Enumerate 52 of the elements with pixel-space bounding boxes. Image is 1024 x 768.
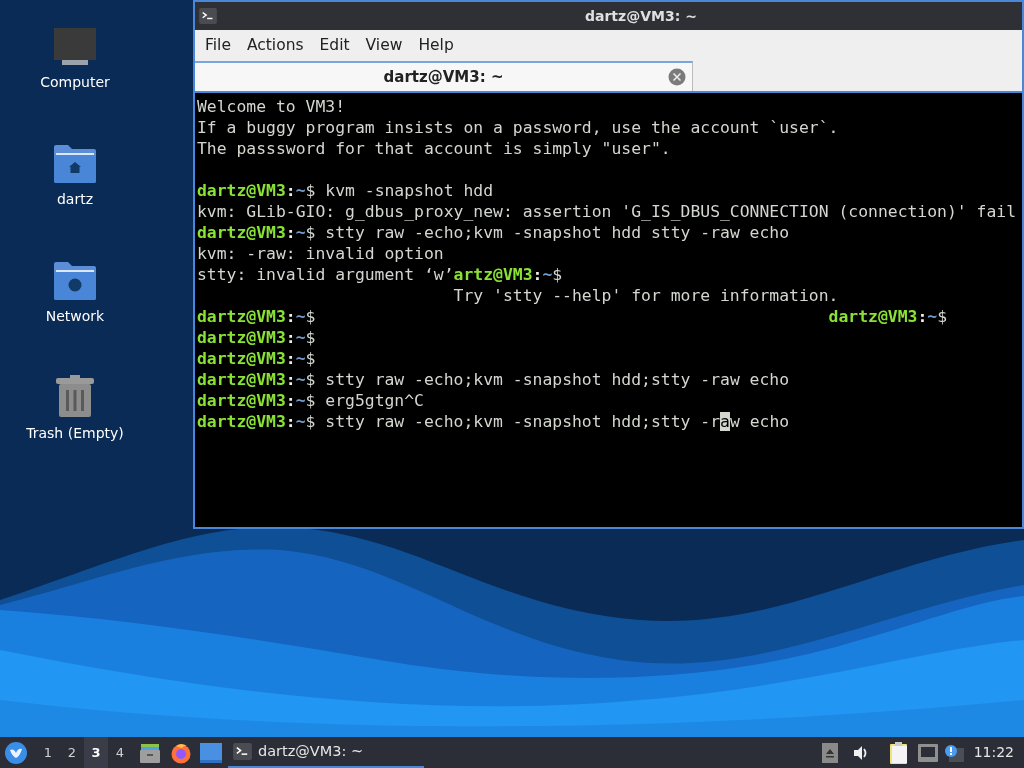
terminal-icon (233, 743, 252, 760)
notification-icon[interactable] (943, 743, 964, 762)
start-menu-icon[interactable] (5, 741, 27, 764)
terminal-line: The passsword for that account is simply "user". (197, 138, 671, 159)
terminal-line: dartz@VM3:~$ dartz@VM3:~$ (197, 306, 947, 327)
terminal-line: dartz@VM3:~$ kvm -snapshot hdd (197, 180, 494, 201)
desktop-icon[interactable]: dartz (5, 141, 145, 224)
terminal-line: kvm: -raw: invalid option (197, 243, 444, 264)
terminal-line: Welcome to VM3! (197, 96, 346, 117)
file-cabinet-icon[interactable] (139, 741, 161, 764)
show-desktop-icon[interactable] (200, 742, 222, 763)
eject-icon[interactable] (821, 742, 838, 763)
terminal-line: kvm: GLib-GIO: g_dbus_proxy_new: assertion 'G_IS_DBUS_CONNECTION (connection)' fail (197, 201, 1017, 222)
terminal-line: If a buggy program insists on a password, use the account `user`. (197, 117, 839, 138)
network-icon[interactable] (917, 743, 938, 762)
clock[interactable]: 11:22 (973, 742, 1014, 763)
terminal-tab[interactable]: dartz@VM3: ~ (195, 61, 693, 91)
workspace-button[interactable]: 2 (60, 737, 84, 768)
terminal-line: Try 'stty --help' for more information. (452, 285, 839, 306)
desktop-icon-label: Computer (40, 73, 110, 92)
browser-icon[interactable] (170, 741, 192, 764)
terminal-line: dartz@VM3:~$ stty raw -echo;kvm -snapshot hdd;stty -raw echo (197, 411, 790, 432)
desktop-icon-label: Trash (Empty) (26, 424, 124, 443)
network-folder-icon (54, 262, 96, 300)
monitor-icon (54, 28, 96, 66)
desktop-icon-label: Network (45, 307, 105, 326)
terminal-line: stty: invalid argument ‘w’artz@VM3:~$ (197, 264, 563, 285)
terminal-line: dartz@VM3:~$ stty raw -echo;kvm -snapshot hdd;stty -raw echo (197, 369, 790, 390)
menu-item[interactable]: File (197, 33, 239, 58)
desktop-icon[interactable]: Trash (Empty) (5, 375, 145, 458)
menu-item[interactable]: Actions (238, 33, 312, 58)
desktop-icon[interactable]: Computer (5, 24, 145, 107)
task-button[interactable]: dartz@VM3: ~ (228, 737, 424, 768)
terminal-line: dartz@VM3:~$ stty raw -echo;kvm -snapshot hdd stty -raw echo (197, 222, 790, 243)
home-folder-icon (54, 145, 96, 183)
workspace-button[interactable]: 3 (84, 737, 108, 768)
window-title: dartz@VM3: ~ (585, 6, 697, 26)
menu-item[interactable]: Help (410, 33, 462, 58)
terminal-line: dartz@VM3:~$ erg5gtgn^C (197, 390, 424, 411)
text-cursor: a (720, 412, 730, 431)
close-icon[interactable] (668, 68, 686, 86)
terminal-line: dartz@VM3:~$ (197, 348, 316, 369)
desktop-icon[interactable]: Network (5, 258, 145, 341)
trash-icon (56, 375, 94, 417)
workspace-button[interactable]: 1 (36, 737, 60, 768)
clipboard-icon[interactable] (889, 741, 910, 764)
workspace-button[interactable]: 4 (108, 737, 132, 768)
menu-item[interactable]: Edit (311, 33, 358, 58)
terminal-icon (199, 8, 217, 24)
desktop-icon-label: dartz (56, 190, 94, 209)
terminal-line: dartz@VM3:~$ (197, 327, 316, 348)
menu-item[interactable]: View (357, 33, 411, 58)
